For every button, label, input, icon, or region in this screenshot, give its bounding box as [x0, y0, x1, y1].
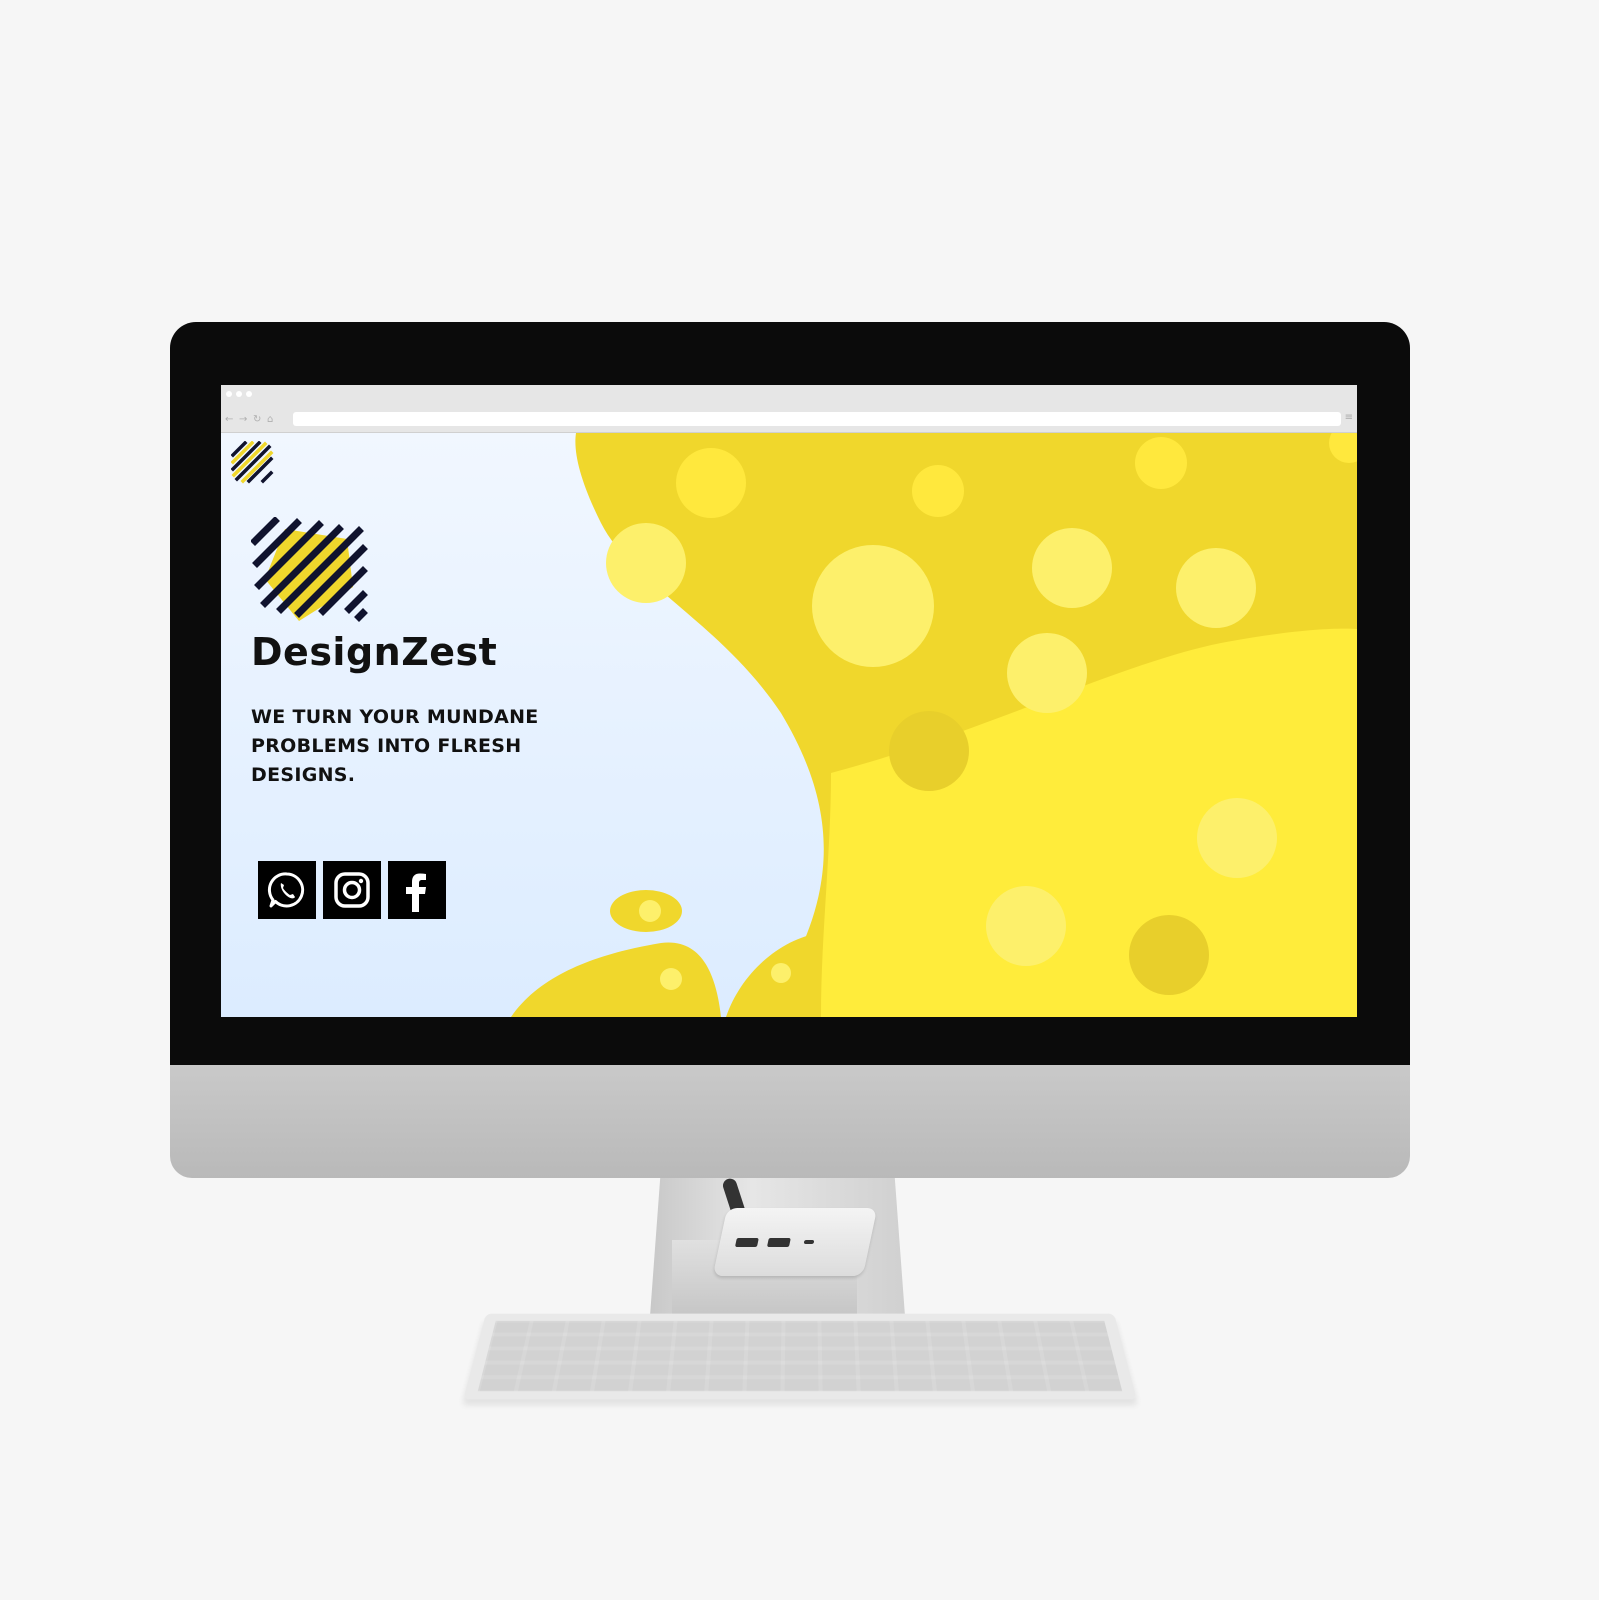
forward-icon[interactable]: → [239, 414, 247, 425]
instagram-button[interactable] [323, 861, 381, 919]
whatsapp-icon [267, 872, 305, 908]
back-icon[interactable]: ← [225, 414, 233, 425]
window-close-dot[interactable] [226, 391, 232, 397]
reload-icon[interactable]: ↻ [253, 414, 261, 425]
screen: ← → ↻ ⌂ ≡ DesignZest WE TURN YOUR MUNDAN… [221, 385, 1357, 1017]
browser-toolbar: ← → ↻ ⌂ ≡ [221, 385, 1357, 433]
brand-logo [251, 517, 368, 622]
facebook-button[interactable] [388, 861, 446, 919]
window-minimize-dot[interactable] [236, 391, 242, 397]
facebook-icon [406, 873, 426, 912]
window-maximize-dot[interactable] [246, 391, 252, 397]
home-icon[interactable]: ⌂ [267, 414, 273, 425]
website-hero: DesignZest WE TURN YOUR MUNDANE PROBLEMS… [221, 433, 1357, 1017]
hero-tagline: WE TURN YOUR MUNDANE PROBLEMS INTO FLRES… [251, 706, 539, 786]
keyboard [463, 1313, 1137, 1400]
power-bank [712, 1208, 878, 1276]
whatsapp-button[interactable] [258, 861, 316, 919]
monitor-chin [170, 1065, 1410, 1178]
brand-name: DesignZest [251, 630, 498, 674]
instagram-icon [334, 872, 370, 908]
nav-logo[interactable] [231, 441, 277, 487]
menu-icon[interactable]: ≡ [1345, 412, 1353, 423]
address-bar[interactable] [293, 412, 1341, 426]
